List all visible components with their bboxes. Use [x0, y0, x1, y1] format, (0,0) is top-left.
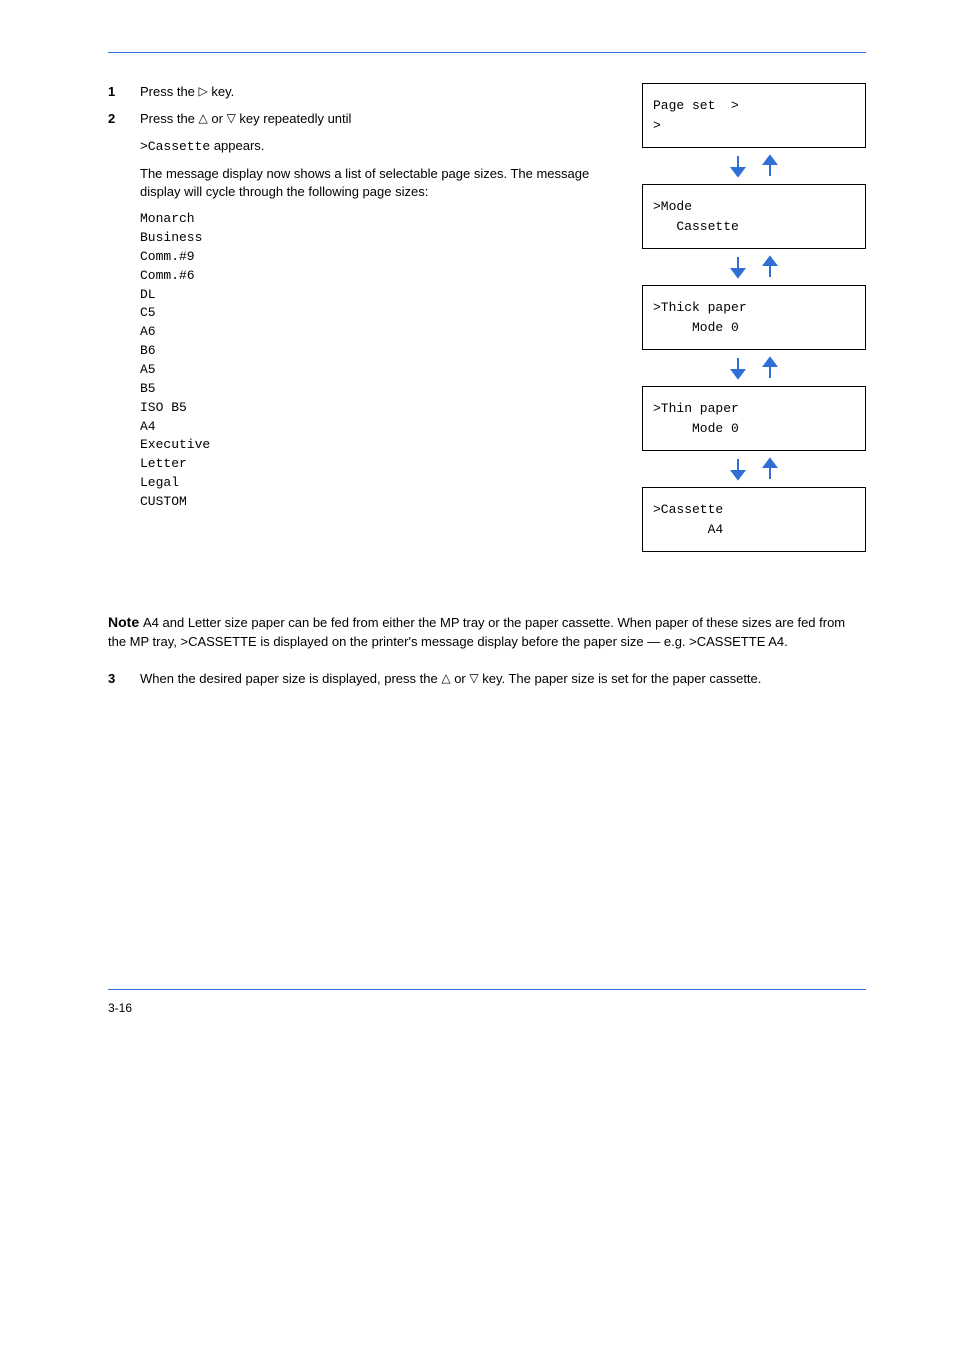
down-arrow-icon	[730, 356, 746, 380]
flow-box: Page set > >	[642, 83, 866, 148]
down-arrow-icon	[730, 457, 746, 481]
flow-box: >Thin paper Mode 0	[642, 386, 866, 451]
note: Note A4 and Letter size paper can be fed…	[108, 612, 866, 652]
up-arrow-icon	[762, 356, 778, 380]
step-text: Press the ▷ key.	[140, 83, 616, 102]
flow-diagram: Page set > > >Mode Cassette >Thick paper…	[642, 83, 866, 552]
desc-text: The message display now shows a list of …	[140, 165, 616, 203]
down-arrow-icon	[730, 255, 746, 279]
right-triangle-icon: ▷	[199, 85, 208, 97]
step-text: Press the △ or ▽ key repeatedly until	[140, 110, 616, 129]
flow-box: >Mode Cassette	[642, 184, 866, 249]
step-text: When the desired paper size is displayed…	[140, 670, 866, 689]
page-number: 3-16	[108, 1000, 866, 1017]
up-arrow-icon	[762, 255, 778, 279]
step-number: 2	[108, 110, 140, 129]
step-cont: >Cassette appears.	[140, 137, 616, 157]
step-number: 1	[108, 83, 140, 102]
flow-box: >Thick paper Mode 0	[642, 285, 866, 350]
up-triangle-icon: △	[199, 112, 208, 124]
step-number: 3	[108, 670, 140, 689]
size-list: Monarch Business Comm.#9 Comm.#6 DL C5 A…	[140, 210, 616, 512]
flow-box: >Cassette A4	[642, 487, 866, 552]
up-triangle-icon: △	[441, 672, 450, 684]
down-triangle-icon: ▽	[227, 112, 236, 124]
down-triangle-icon: ▽	[469, 672, 478, 684]
up-arrow-icon	[762, 154, 778, 178]
down-arrow-icon	[730, 154, 746, 178]
up-arrow-icon	[762, 457, 778, 481]
